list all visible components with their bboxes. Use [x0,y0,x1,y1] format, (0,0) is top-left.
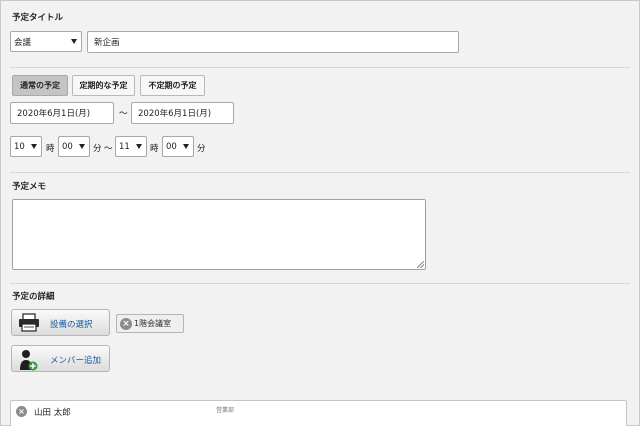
date-separator: ～ [119,109,128,119]
hour-unit-label: 時 [150,144,159,154]
end-date-value: 2020年6月1日(月) [138,109,212,119]
end-minute-select[interactable]: 00 [162,136,194,157]
divider [10,172,630,173]
end-minute-value: 00 [166,141,177,152]
dropdown-arrow-icon [31,144,37,149]
select-facility-label: 設備の選択 [50,320,93,330]
dropdown-arrow-icon [183,144,189,149]
tab-recurring-schedule[interactable]: 定期的な予定 [72,75,135,96]
add-member-label: メンバー追加 [50,356,102,366]
member-department: 営業部 [216,407,235,414]
tab-label: 不定期の予定 [148,81,197,90]
category-select[interactable]: 会議 [10,31,82,52]
category-select-value: 会議 [14,37,32,48]
title-section-label: 予定タイトル [12,13,64,23]
title-input-value: 新企画 [94,38,120,48]
memo-label: 予定メモ [12,182,47,192]
start-date-value: 2020年6月1日(月) [17,109,91,119]
printer-icon [18,313,40,336]
title-input[interactable]: 新企画 [87,31,459,53]
tab-regular-schedule[interactable]: 通常の予定 [12,75,68,96]
add-member-button[interactable]: メンバー追加 [11,345,110,372]
start-date-input[interactable]: 2020年6月1日(月) [10,102,114,124]
dropdown-arrow-icon [71,39,77,44]
tab-irregular-schedule[interactable]: 不定期の予定 [140,75,205,96]
facility-chip[interactable]: × 1階会議室 [116,314,184,333]
remove-icon[interactable]: × [120,317,132,330]
details-label: 予定の詳細 [12,292,55,302]
tab-label: 定期的な予定 [79,81,128,90]
dropdown-arrow-icon [79,144,85,149]
add-user-icon [18,349,40,374]
start-minute-value: 00 [62,141,73,152]
memo-textarea[interactable] [12,199,426,270]
list-item: × 山田 太郎 営業部 [16,405,616,419]
end-hour-select[interactable]: 11 [115,136,147,157]
end-date-input[interactable]: 2020年6月1日(月) [131,102,234,124]
time-separator: ～ [104,144,113,154]
divider [10,283,630,284]
dropdown-arrow-icon [136,144,142,149]
hour-unit-label: 時 [46,144,55,154]
tab-label: 通常の予定 [20,81,60,90]
member-list: × 山田 太郎 営業部 [10,400,627,426]
end-hour-value: 11 [119,141,130,152]
divider [10,67,630,68]
minute-unit-label: 分 [93,144,102,154]
start-hour-value: 10 [14,141,25,152]
select-facility-button[interactable]: 設備の選択 [11,309,110,336]
member-name: 山田 太郎 [34,408,71,418]
start-minute-select[interactable]: 00 [58,136,90,157]
remove-member-icon[interactable]: × [16,406,27,417]
minute-unit-label: 分 [197,144,206,154]
resize-handle[interactable] [417,261,424,268]
facility-chip-label: 1階会議室 [134,319,172,328]
start-hour-select[interactable]: 10 [10,136,42,157]
